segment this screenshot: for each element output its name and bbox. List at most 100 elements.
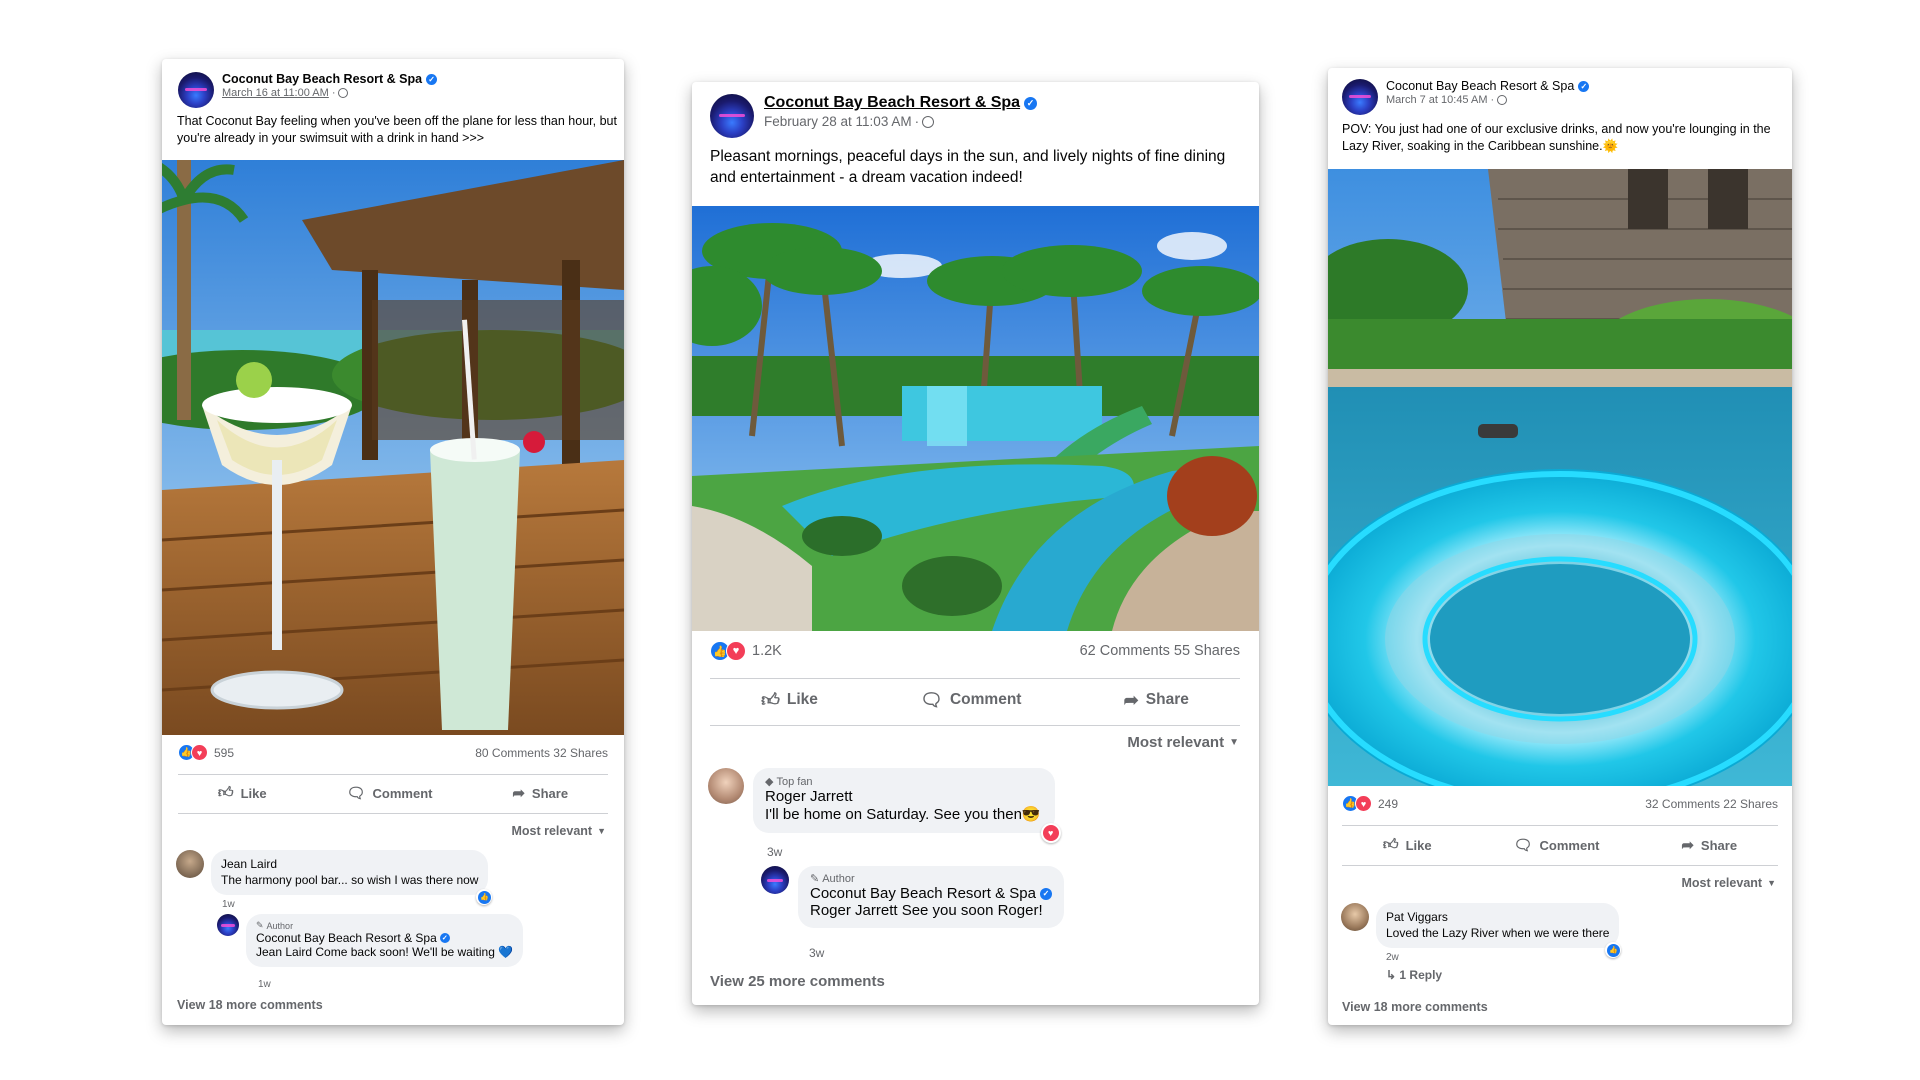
- comment-time[interactable]: 3w: [809, 946, 824, 960]
- comment-bubble: ✎ Author Coconut Bay Beach Resort & Spa ✓…: [246, 914, 524, 967]
- page-avatar[interactable]: [1342, 79, 1378, 115]
- speech-bubble-icon: 🗨︎: [1513, 837, 1533, 854]
- view-more-comments[interactable]: View 25 more comments: [710, 973, 885, 990]
- love-reaction-icon: ♥: [1042, 825, 1059, 841]
- reaction-count[interactable]: 595: [214, 746, 234, 760]
- post-photo-lazy-river[interactable]: [1328, 169, 1792, 786]
- comment-bubble: Jean Laird The harmony pool bar... so wi…: [211, 850, 493, 905]
- shares-count[interactable]: 32 Shares: [553, 746, 608, 760]
- commenter-name[interactable]: Coconut Bay Beach Resort & Spa: [256, 931, 437, 945]
- caret-down-icon: ▼: [1767, 878, 1776, 888]
- commenter-name[interactable]: Jean Laird: [221, 857, 478, 871]
- comments-count[interactable]: 62 Comments: [1080, 643, 1170, 659]
- comment-bubble: ✎ Author Coconut Bay Beach Resort & Spa ✓…: [798, 866, 1064, 928]
- share-button[interactable]: ➦ Share: [1124, 689, 1189, 711]
- action-bar: 👍︎ Like 🗨︎ Comment ➦ Share: [710, 689, 1240, 711]
- view-replies-link[interactable]: ↳ 1 Reply: [1386, 968, 1442, 982]
- comment-bubble: ◆ Top fan Roger Jarrett I'll be home on S…: [753, 768, 1061, 843]
- divider: [1342, 825, 1778, 826]
- comment-button[interactable]: 🗨︎ Comment: [346, 784, 432, 802]
- comment-sort-dropdown[interactable]: Most relevant ▼: [1127, 734, 1239, 751]
- drinks-photo-illustration: [162, 160, 624, 735]
- engagement-stats: 👍 ♥ 1.2K 62 Comments 55 Shares: [710, 641, 1240, 661]
- love-reaction-icon: ♥: [726, 641, 746, 661]
- comment-time[interactable]: 1w: [222, 899, 235, 910]
- post-header: Coconut Bay Beach Resort & Spa ✓ March 1…: [178, 72, 438, 108]
- like-reaction-icon: 👍: [477, 890, 491, 904]
- comment-time[interactable]: 2w: [1386, 952, 1399, 963]
- page-avatar[interactable]: [761, 866, 789, 894]
- share-button[interactable]: ➦ Share: [512, 784, 568, 802]
- commenter-avatar[interactable]: [1341, 903, 1369, 931]
- page-name[interactable]: Coconut Bay Beach Resort & Spa: [1386, 79, 1574, 93]
- comment-text: I'll be home on Saturday. See you then😎: [765, 806, 1041, 823]
- comments-count[interactable]: 32 Comments: [1645, 797, 1720, 811]
- comment-text: Jean Laird Come back soon! We'll be wait…: [256, 945, 514, 959]
- post-timestamp[interactable]: March 16 at 11:00 AM: [222, 87, 329, 99]
- love-reaction-icon: ♥: [191, 744, 208, 761]
- post-timestamp[interactable]: February 28 at 11:03 AM: [764, 114, 912, 129]
- commenter-name[interactable]: Pat Viggars: [1386, 910, 1609, 924]
- speech-bubble-icon: 🗨︎: [920, 689, 943, 710]
- post-photo-waterpark[interactable]: [692, 206, 1259, 631]
- page-name[interactable]: Coconut Bay Beach Resort & Spa: [222, 72, 422, 86]
- comments-count[interactable]: 80 Comments: [475, 746, 550, 760]
- comment-button[interactable]: 🗨︎ Comment: [1513, 836, 1599, 854]
- page-name[interactable]: Coconut Bay Beach Resort & Spa: [764, 94, 1020, 112]
- page-avatar[interactable]: [178, 72, 214, 108]
- comment-bubble: Pat Viggars Loved the Lazy River when we…: [1376, 903, 1622, 958]
- page-avatar[interactable]: [710, 94, 754, 138]
- caret-down-icon: ▼: [1229, 737, 1239, 748]
- view-more-comments[interactable]: View 18 more comments: [177, 998, 323, 1012]
- reaction-count[interactable]: 1.2K: [752, 643, 782, 659]
- commenter-avatar[interactable]: [708, 768, 744, 804]
- globe-icon: [922, 115, 935, 128]
- speech-bubble-icon: 🗨︎: [346, 785, 366, 802]
- caret-down-icon: ▼: [597, 826, 606, 836]
- action-bar: 👍︎ Like 🗨︎ Comment ➦ Share: [178, 784, 608, 802]
- share-button[interactable]: ➦ Share: [1681, 836, 1737, 854]
- share-arrow-icon: ➦: [1123, 689, 1139, 710]
- globe-icon: [338, 88, 349, 98]
- author-badge: Author: [266, 920, 294, 931]
- like-button[interactable]: 👍︎ Like: [1383, 836, 1432, 854]
- top-fan-icon: ◆: [765, 776, 774, 788]
- pen-icon: ✎: [810, 873, 820, 885]
- divider: [178, 774, 608, 775]
- like-reaction-icon: 👍: [1606, 943, 1620, 957]
- like-button[interactable]: 👍︎ Like: [218, 784, 267, 802]
- comment-time[interactable]: 1w: [258, 979, 271, 990]
- verified-badge-icon: ✓: [1578, 80, 1590, 92]
- comment-time[interactable]: 3w: [767, 845, 782, 859]
- comment-button[interactable]: 🗨︎ Comment: [920, 689, 1021, 711]
- verified-badge-icon: ✓: [439, 933, 450, 943]
- commenter-name[interactable]: Coconut Bay Beach Resort & Spa: [810, 885, 1036, 902]
- reaction-count[interactable]: 249: [1378, 797, 1398, 811]
- commenter-avatar[interactable]: [176, 850, 204, 878]
- verified-badge-icon: ✓: [1039, 887, 1052, 900]
- post-card-pool: Coconut Bay Beach Resort & Spa ✓ Februar…: [692, 82, 1259, 1005]
- post-card-margarita: Coconut Bay Beach Resort & Spa ✓ March 1…: [162, 59, 624, 1025]
- shares-count[interactable]: 55 Shares: [1174, 643, 1240, 659]
- post-photo-drinks[interactable]: [162, 160, 624, 735]
- comment-reply: ✎ Author Coconut Bay Beach Resort & Spa ✓…: [761, 866, 1064, 928]
- author-badge: Author: [822, 872, 855, 885]
- divider: [710, 725, 1240, 726]
- page-avatar[interactable]: [217, 914, 239, 936]
- shares-count[interactable]: 22 Shares: [1723, 797, 1778, 811]
- top-fan-badge: Top fan: [776, 775, 813, 788]
- post-timestamp[interactable]: March 7 at 10:45 AM: [1386, 94, 1488, 106]
- like-button[interactable]: 👍︎ Like: [761, 689, 818, 711]
- post-header: Coconut Bay Beach Resort & Spa ✓ March 7…: [1342, 79, 1590, 115]
- post-caption: POV: You just had one of our exclusive d…: [1342, 122, 1771, 153]
- comment-sort-dropdown[interactable]: Most relevant ▼: [1681, 876, 1776, 890]
- comment-sort-dropdown[interactable]: Most relevant ▼: [511, 824, 606, 838]
- view-more-comments[interactable]: View 18 more comments: [1342, 1000, 1488, 1014]
- commenter-name[interactable]: Roger Jarrett: [765, 788, 1041, 805]
- thumbs-up-icon: 👍︎: [217, 784, 234, 801]
- divider: [1342, 865, 1778, 866]
- divider: [710, 678, 1240, 679]
- comment: ◆ Top fan Roger Jarrett I'll be home on S…: [708, 768, 1061, 843]
- engagement-stats: 👍 ♥ 595 80 Comments 32 Shares: [178, 744, 608, 761]
- comment-text: Loved the Lazy River when we were there: [1386, 926, 1610, 940]
